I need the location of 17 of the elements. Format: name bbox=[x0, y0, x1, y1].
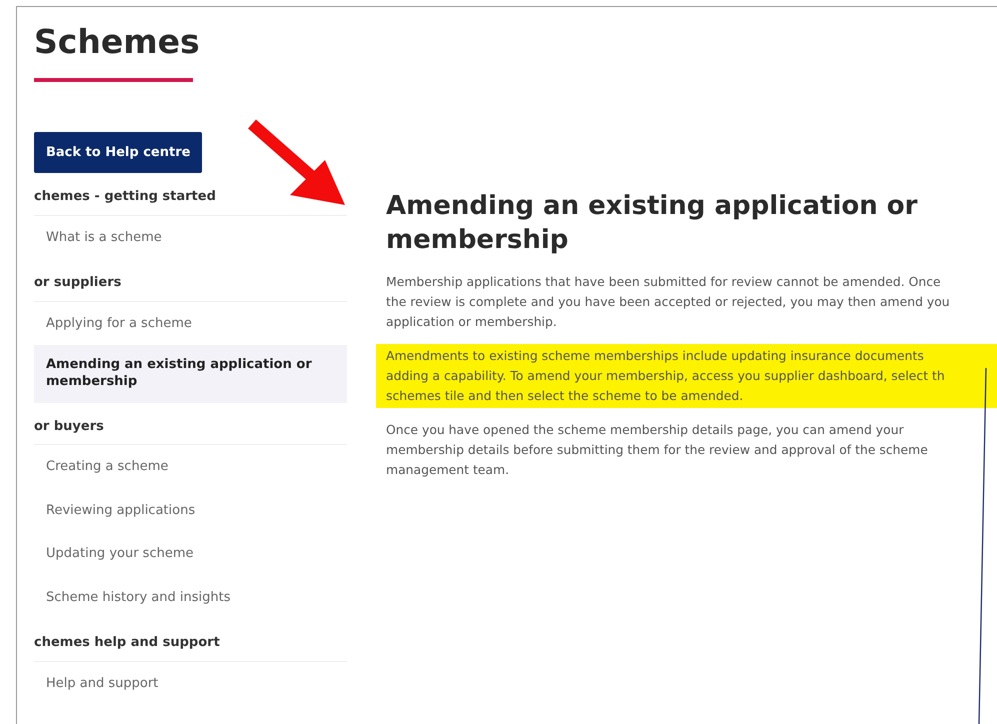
sidebar-link[interactable]: Scheme history and insights bbox=[34, 576, 347, 620]
page-title: Schemes bbox=[34, 22, 201, 62]
section-heading: chemes help and support bbox=[34, 625, 347, 662]
sidebar-link[interactable]: Applying for a scheme bbox=[34, 302, 347, 346]
paragraph: Membership applications that have been submitted for review cannot be amended. Once the review is complete and you have been accepted or rejected, you may then amend you application or membership. bbox=[386, 272, 951, 331]
sidebar-link[interactable]: Creating a scheme bbox=[34, 445, 347, 489]
back-button[interactable]: Back to Help centre bbox=[34, 132, 202, 174]
section-heading: or buyers bbox=[34, 408, 347, 446]
paragraph: Once you have opened the scheme membership details page, you can amend your membership details before submitting them for the review and approval of the scheme management team. bbox=[386, 420, 929, 479]
sidebar-link[interactable]: What is a scheme bbox=[34, 216, 347, 260]
sidebar-link[interactable]: Updating your scheme bbox=[34, 532, 347, 576]
article-title: Amending an existing application or membership bbox=[386, 190, 918, 257]
section-heading: or suppliers bbox=[34, 265, 347, 302]
sidebar-link[interactable]: Amending an existing application or membership bbox=[34, 345, 347, 403]
highlighted-paragraph: Amendments to existing scheme memberships include updating insurance documents adding a capability. To amend your membership, access you supplier dashboard, select th schemes tile and then select the scheme to be amended. bbox=[376, 344, 997, 408]
sidebar-link[interactable]: Help and support bbox=[34, 662, 347, 706]
sidebar-link[interactable]: Reviewing applications bbox=[34, 488, 347, 532]
